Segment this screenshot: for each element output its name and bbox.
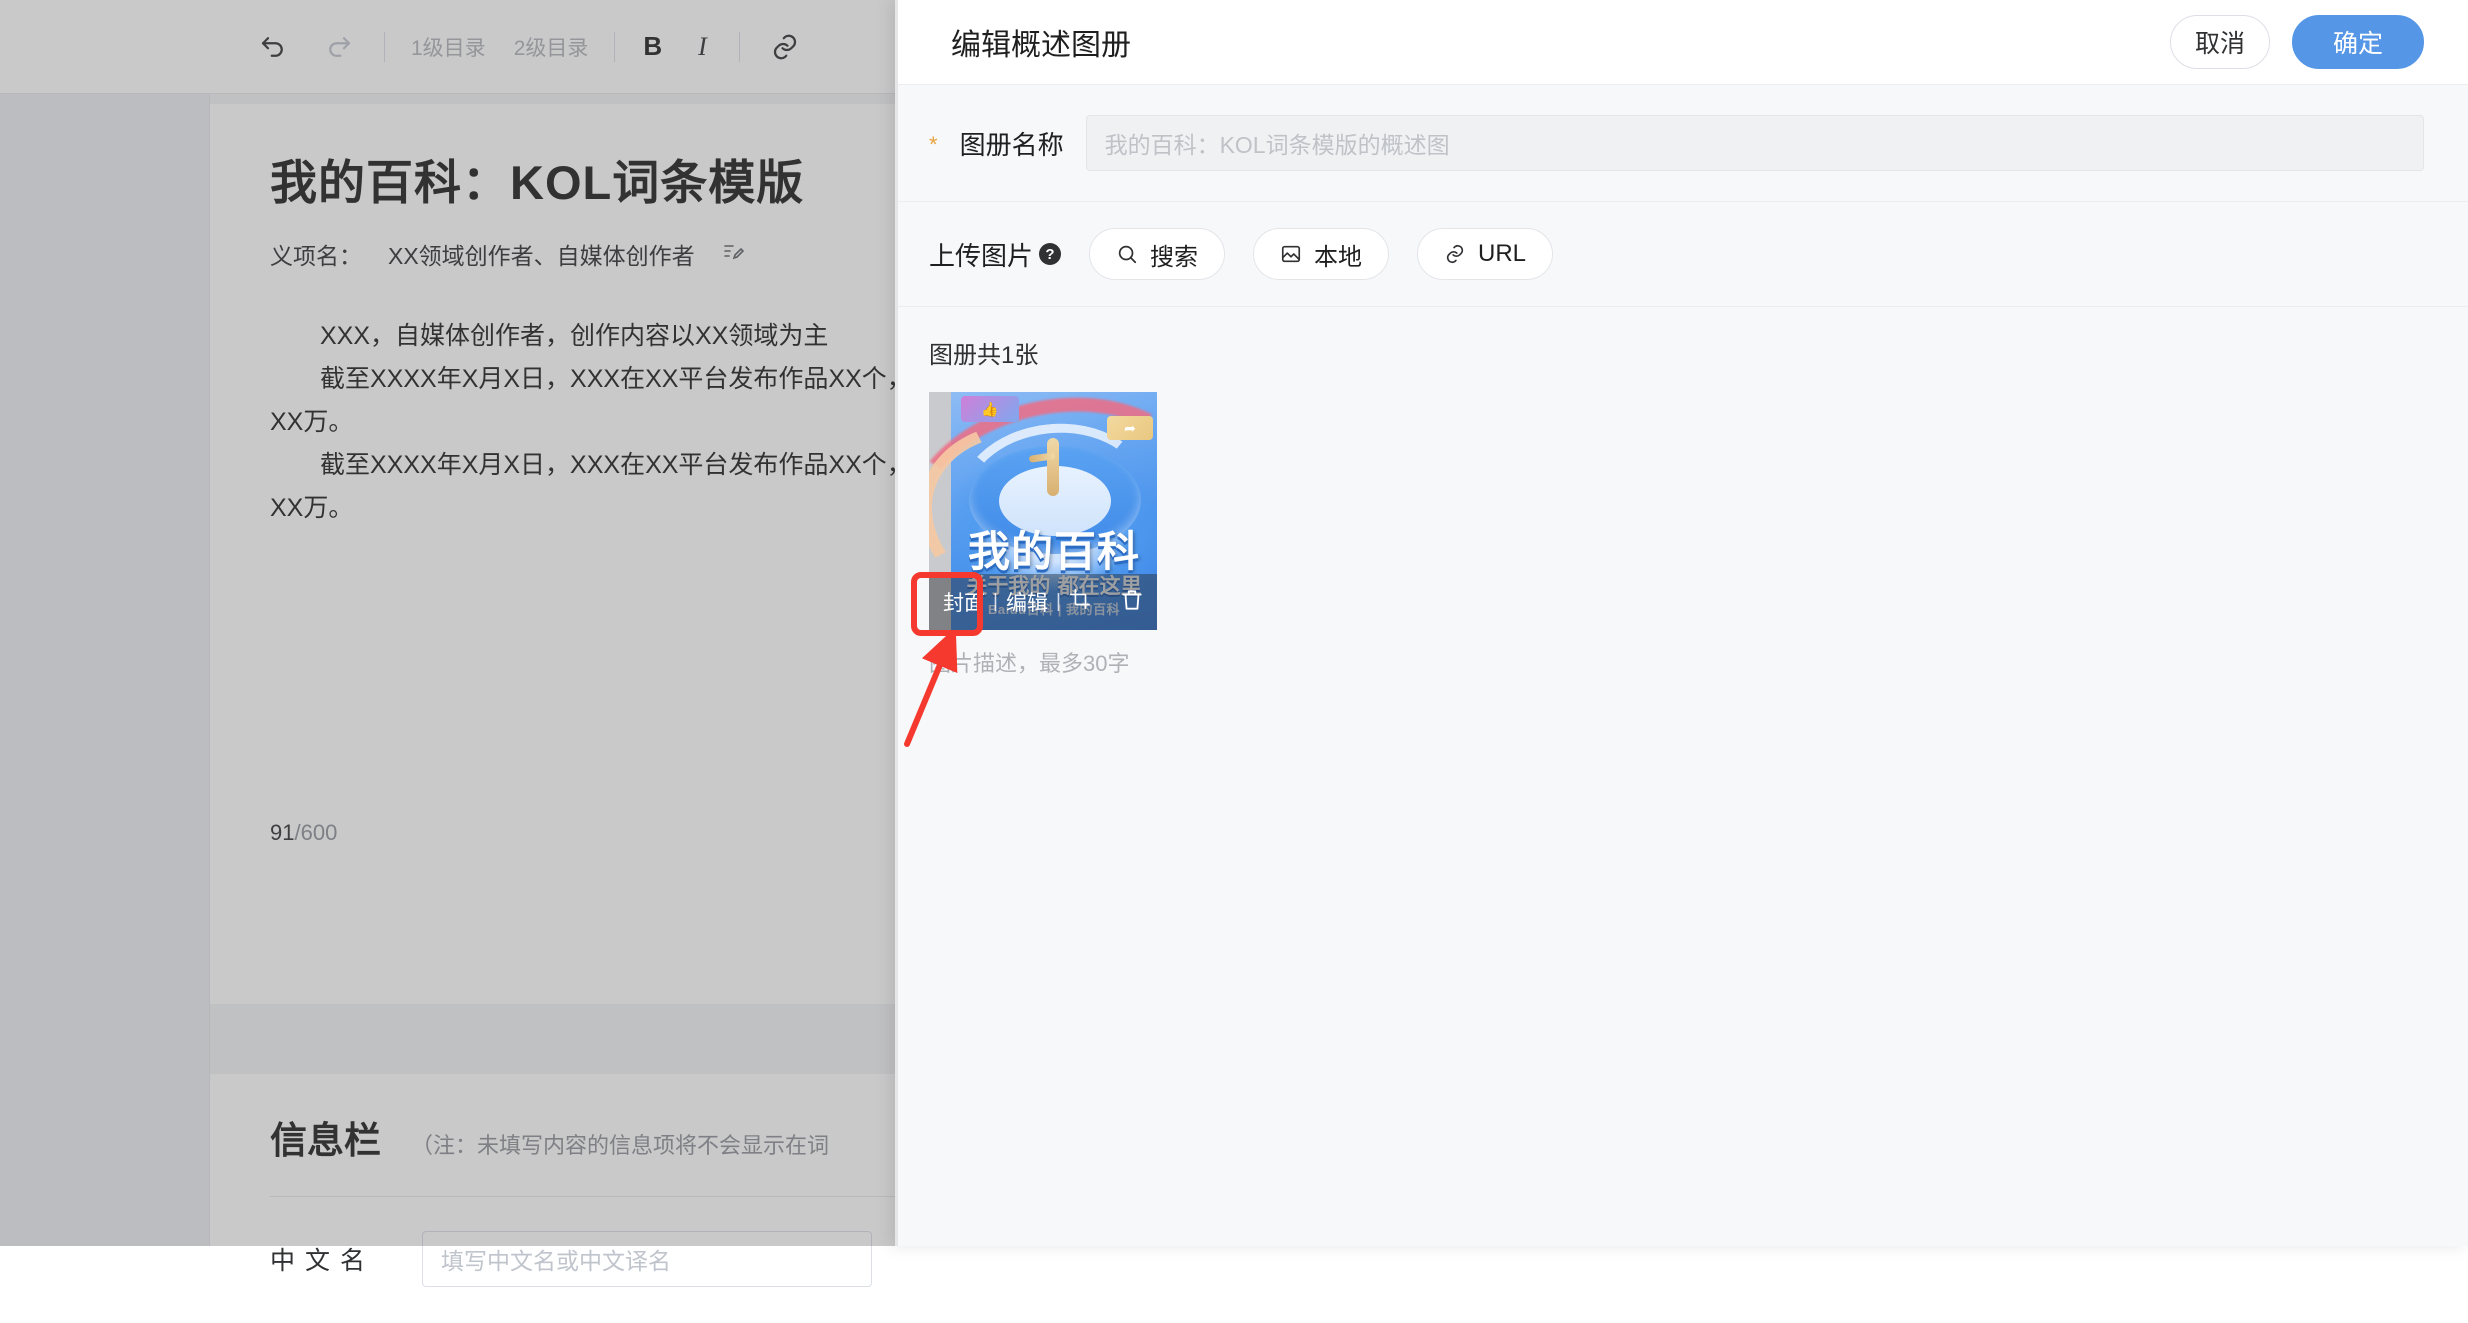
upload-search-label: 搜索	[1150, 237, 1198, 272]
confirm-button[interactable]: 确定	[2292, 15, 2424, 69]
chinese-name-input[interactable]: 填写中文名或中文译名	[422, 1231, 872, 1287]
gallery-name-label: 图册名称	[960, 125, 1064, 162]
upload-local-label: 本地	[1314, 237, 1362, 272]
heading-2-button[interactable]: 2级目录	[500, 32, 603, 62]
gallery-name-field-row: * 图册名称 我的百科：KOL词条模版的概述图	[895, 84, 2468, 202]
question-mark-icon[interactable]: ?	[1039, 243, 1061, 265]
modal-title: 编辑概述图册	[951, 20, 1131, 64]
required-asterisk: *	[929, 134, 938, 156]
edit-overview-gallery-modal: 编辑概述图册 取消 确定 * 图册名称 我的百科：KOL词条模版的概述图 上传图…	[895, 0, 2468, 1246]
search-icon	[1116, 243, 1138, 265]
toolbar-divider	[614, 32, 615, 62]
upload-local-button[interactable]: 本地	[1253, 228, 1389, 280]
edit-image-button[interactable]: 编辑	[1006, 587, 1048, 617]
modal-actions: 取消 确定	[2170, 15, 2424, 69]
upload-image-row: 上传图片 ? 搜索 本地	[895, 202, 2468, 307]
thumbnail[interactable]: 👍 ➦ 我的百科 关于我的 都在这里 Baidu百科 | 我的百科 封面 | 编…	[929, 392, 1157, 630]
trash-icon[interactable]	[1119, 587, 1145, 618]
edit-pencil-icon[interactable]	[721, 239, 745, 269]
image-description-input[interactable]: 图片描述，最多30字	[929, 646, 1157, 678]
sense-name-label: 义项名：	[270, 237, 362, 271]
upload-url-button[interactable]: URL	[1417, 228, 1553, 280]
infobar-note: （注：未填写内容的信息项将不会显示在词	[411, 1128, 829, 1160]
gallery-item: 👍 ➦ 我的百科 关于我的 都在这里 Baidu百科 | 我的百科 封面 | 编…	[929, 392, 1157, 678]
undo-icon[interactable]	[250, 24, 296, 70]
redo-icon[interactable]	[316, 24, 362, 70]
modal-edge	[895, 0, 898, 1246]
counter-max: /600	[294, 820, 337, 845]
thumbs-up-icon: 👍	[961, 396, 1019, 422]
upload-url-label: URL	[1478, 240, 1526, 268]
action-separator: |	[993, 591, 998, 613]
modal-header: 编辑概述图册 取消 确定	[895, 0, 2468, 84]
italic-button[interactable]: I	[678, 32, 727, 62]
link-icon[interactable]	[762, 24, 808, 70]
heading-1-button[interactable]: 1级目录	[397, 32, 500, 62]
counter-current: 91	[270, 820, 294, 845]
set-cover-button[interactable]: 封面	[943, 587, 985, 617]
editor-gutter	[0, 94, 210, 1246]
link-icon	[1444, 243, 1466, 265]
gallery-section: 图册共1张 👍 ➦ 我的百科 关于我的 都在这里	[895, 307, 2468, 1246]
chinese-name-label: 中文名	[270, 1241, 380, 1277]
share-arrow-icon: ➦	[1107, 416, 1153, 440]
upload-search-button[interactable]: 搜索	[1089, 228, 1225, 280]
crop-icon[interactable]	[1069, 588, 1091, 616]
image-icon	[1280, 243, 1302, 265]
thumbnail-actions: 封面 | 编辑 |	[943, 587, 1091, 617]
thumbnail-action-overlay: 封面 | 编辑 |	[929, 574, 1157, 630]
cancel-button[interactable]: 取消	[2170, 15, 2270, 69]
mascot-figure	[1047, 438, 1059, 496]
action-separator: |	[1056, 591, 1061, 613]
modal-body: * 图册名称 我的百科：KOL词条模版的概述图 上传图片 ? 搜索	[895, 84, 2468, 1246]
sense-name-value: XX领域创作者、自媒体创作者	[388, 237, 695, 271]
toolbar-divider	[739, 32, 740, 62]
upload-image-label: 上传图片 ?	[929, 236, 1061, 273]
infobar-title: 信息栏	[270, 1110, 381, 1164]
gallery-name-input[interactable]: 我的百科：KOL词条模版的概述图	[1086, 115, 2424, 171]
upload-label-text: 上传图片	[929, 236, 1033, 273]
toolbar-divider	[384, 32, 385, 62]
bold-button[interactable]: B	[627, 31, 678, 62]
gallery-count-text: 图册共1张	[929, 335, 2424, 370]
